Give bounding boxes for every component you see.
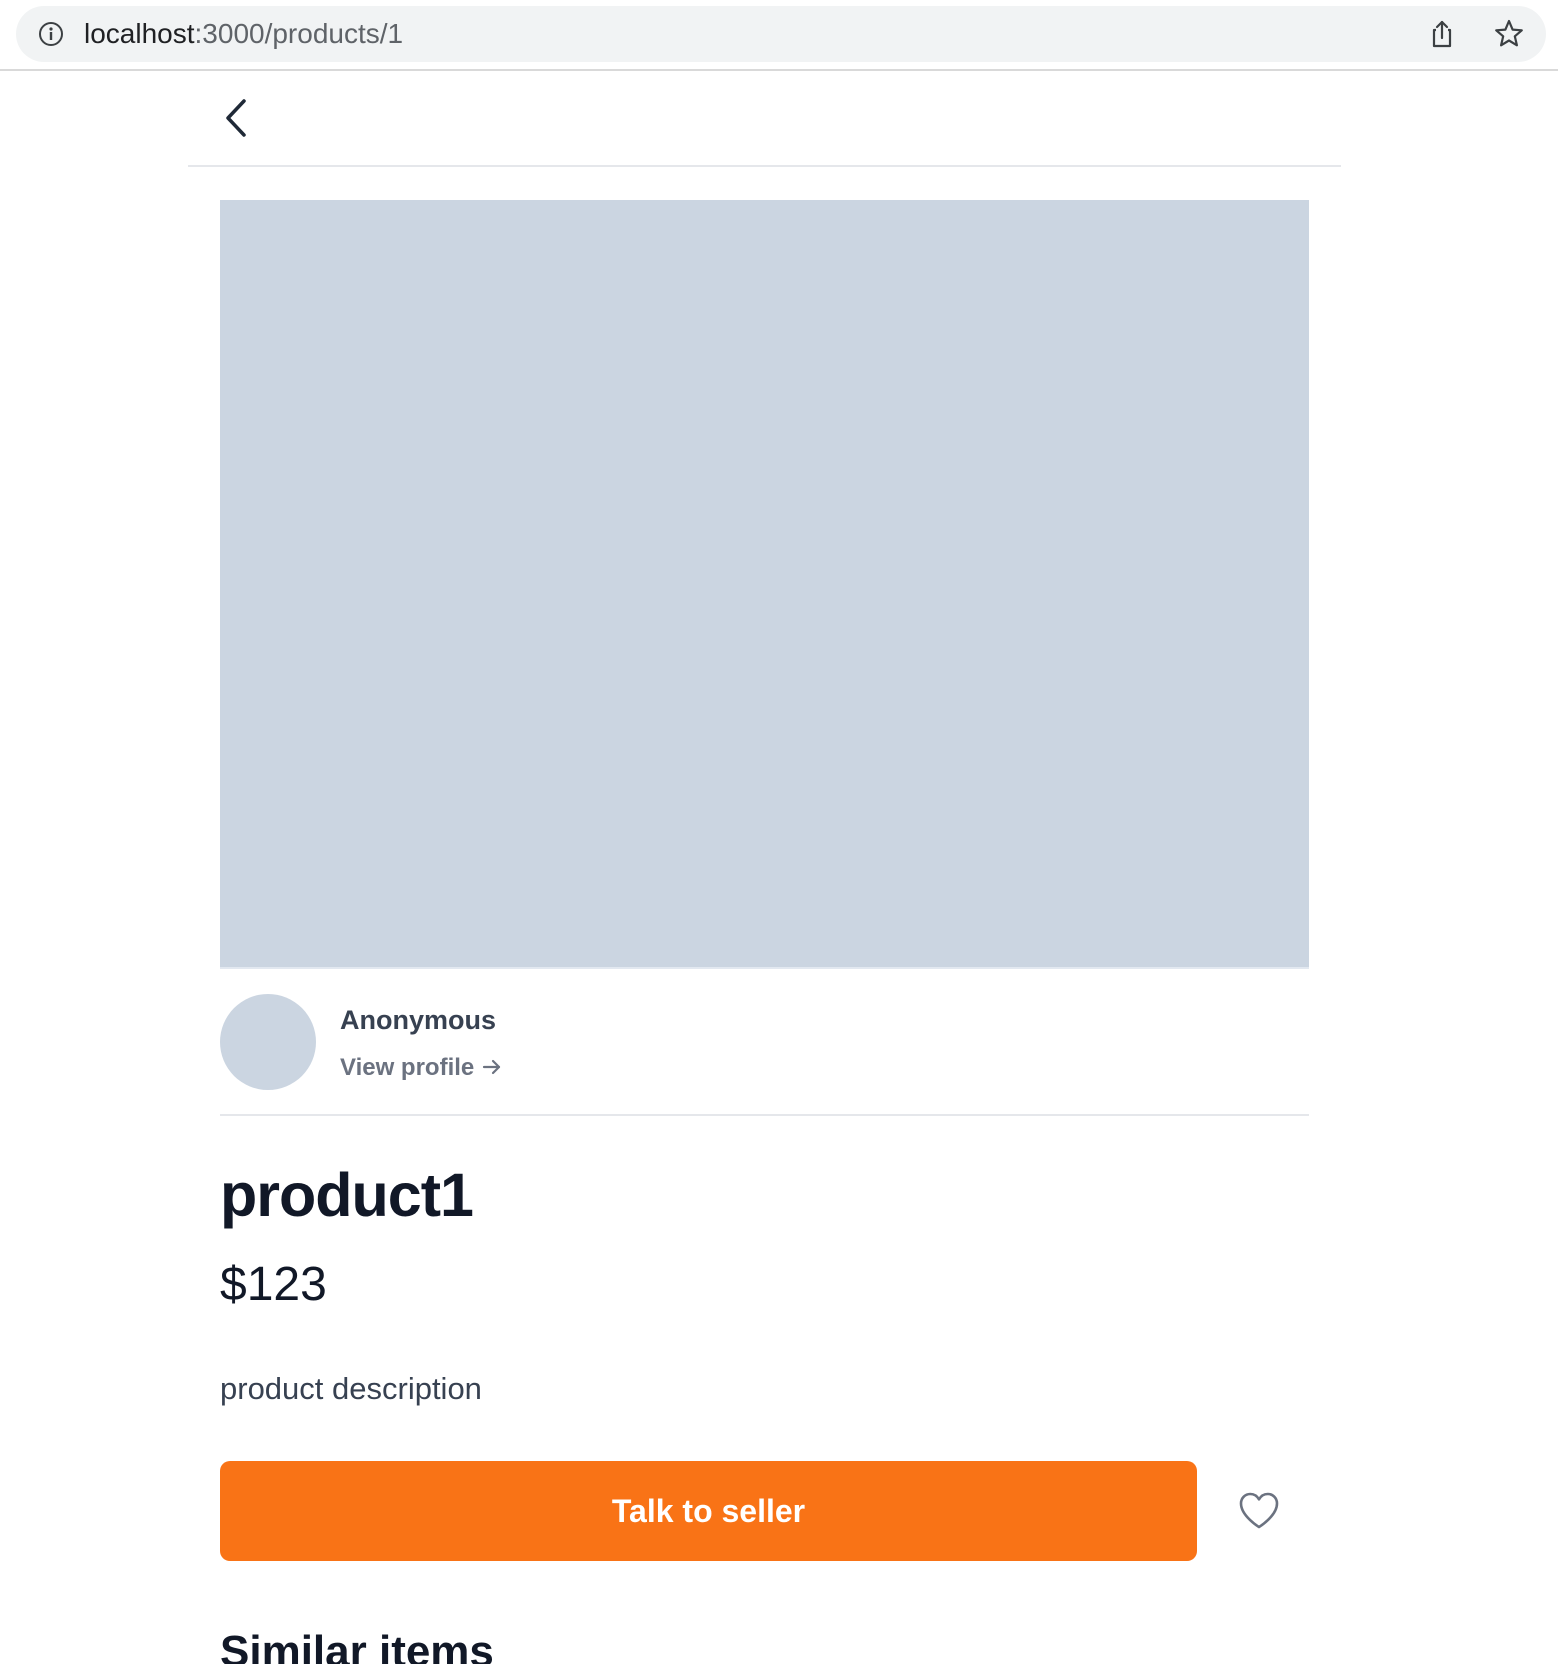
chevron-left-icon: [218, 99, 254, 144]
seller-name: Anonymous: [340, 1005, 497, 1035]
url-path: :3000/products/1: [194, 18, 404, 49]
view-profile-link[interactable]: View profile: [340, 1053, 502, 1083]
avatar[interactable]: [220, 994, 316, 1090]
url-host: localhost: [84, 18, 195, 49]
url-text[interactable]: localhost:3000/products/1: [84, 19, 403, 49]
product-page: localhost:3000/products/1 Anonymous View…: [0, 0, 1558, 1664]
product-price: $123: [220, 1258, 327, 1311]
back-button[interactable]: [218, 95, 254, 141]
address-bar[interactable]: localhost:3000/products/1: [16, 6, 1546, 62]
talk-to-seller-button[interactable]: Talk to seller: [220, 1461, 1197, 1561]
browser-toolbar: localhost:3000/products/1: [0, 0, 1558, 71]
star-icon[interactable]: [1492, 17, 1526, 51]
info-icon[interactable]: [38, 21, 64, 47]
similar-items-heading: Similar items: [220, 1627, 494, 1664]
view-profile-label: View profile: [340, 1054, 475, 1081]
seller-section: Anonymous View profile: [220, 969, 1309, 1116]
product-description: product description: [220, 1371, 482, 1406]
share-icon[interactable]: [1426, 18, 1458, 50]
favorite-button[interactable]: [1236, 1488, 1282, 1534]
product-title: product1: [220, 1161, 474, 1229]
arrow-right-icon: [482, 1055, 502, 1075]
product-image: [220, 200, 1309, 969]
top-nav: [188, 71, 1341, 167]
heart-icon: [1236, 1492, 1282, 1537]
